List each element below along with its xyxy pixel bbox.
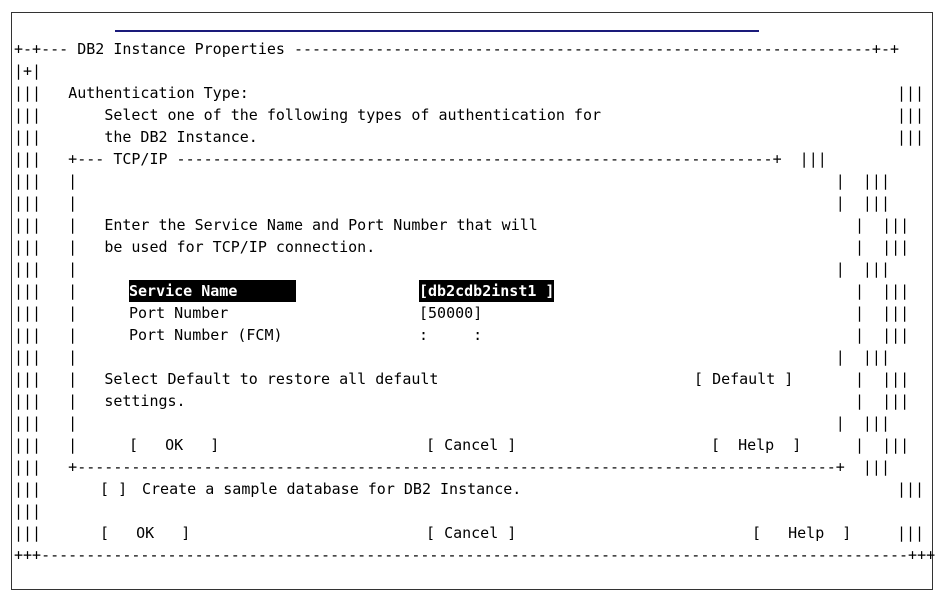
port-number-label: Port Number [129,304,229,322]
auth-heading-line: ||| Authentication Type: [14,84,249,102]
port-number-fcm-field[interactable]: : : [419,324,482,346]
tcpip-cancel-label: Cancel [444,436,499,454]
db2-instance-properties-dialog: +-+--- DB2 Instance Properties ---------… [14,38,936,594]
auth-description-2: the DB2 Instance. [104,128,258,146]
help-button-label: Help [788,524,825,542]
port-number-field[interactable]: [50000] [419,302,482,324]
tcpip-desc-line-1: ||| | Enter the Service Name and Port Nu… [14,216,538,234]
tcpip-frame-top: ||| +--- TCP/IP ------------------------… [14,150,827,168]
frame-line: |+| |+| [14,62,946,80]
dialog-title: DB2 Instance Properties [77,40,285,58]
tcpip-help-label: Help [738,436,775,454]
service-name-label: Service Name [129,280,296,302]
ok-button-label: OK [136,524,155,542]
auth-description-1: Select one of the following types of aut… [104,106,602,124]
help-button[interactable]: [ Help ] [752,522,851,544]
cancel-button-label: Cancel [444,524,499,542]
auth-heading: Authentication Type: [68,84,249,102]
tcpip-ok-button[interactable]: [ OK ] [129,434,219,456]
sample-db-checkbox[interactable]: [ ] [100,478,127,500]
tcpip-frame-bottom: ||| +-----------------------------------… [14,458,890,476]
tcpip-desc-line-2: ||| | be used for TCP/IP connection. [14,238,376,256]
cancel-button[interactable]: [ Cancel ] [426,522,516,544]
sample-db-label: Create a sample database for DB2 Instanc… [142,480,522,498]
dialog-top-border: +-+--- DB2 Instance Properties ---------… [14,40,900,58]
tcpip-title: TCP/IP [113,150,168,168]
port-number-fcm-label: Port Number (FCM) [129,326,283,344]
auth-desc-line-1: ||| Select one of the following types of… [14,106,602,124]
default-description-2: settings. [104,392,186,410]
tcpip-help-button[interactable]: [ Help ] [711,434,801,456]
tcpip-description-2: be used for TCP/IP connection. [104,238,376,256]
ok-button[interactable]: [ OK ] [100,522,190,544]
default-button[interactable]: [ Default ] [694,368,793,390]
default-button-label: Default [712,370,776,388]
port-number-value[interactable]: 50000 [428,304,473,322]
auth-desc-line-2: ||| the DB2 Instance. [14,128,258,146]
sample-db-checkbox-state[interactable] [109,480,118,498]
service-name-value[interactable]: db2cdb2inst1 [428,282,536,300]
dialog-bottom-border: +++-------------------------------------… [14,546,936,564]
service-name-field[interactable]: [db2cdb2inst1 ] [419,280,555,302]
tcpip-cancel-button[interactable]: [ Cancel ] [426,434,516,456]
tcpip-ok-label: OK [165,436,184,454]
default-description-1: Select Default to restore all default [104,370,439,388]
title-accent-bar [115,30,759,32]
tcpip-description-1: Enter the Service Name and Port Number t… [104,216,538,234]
